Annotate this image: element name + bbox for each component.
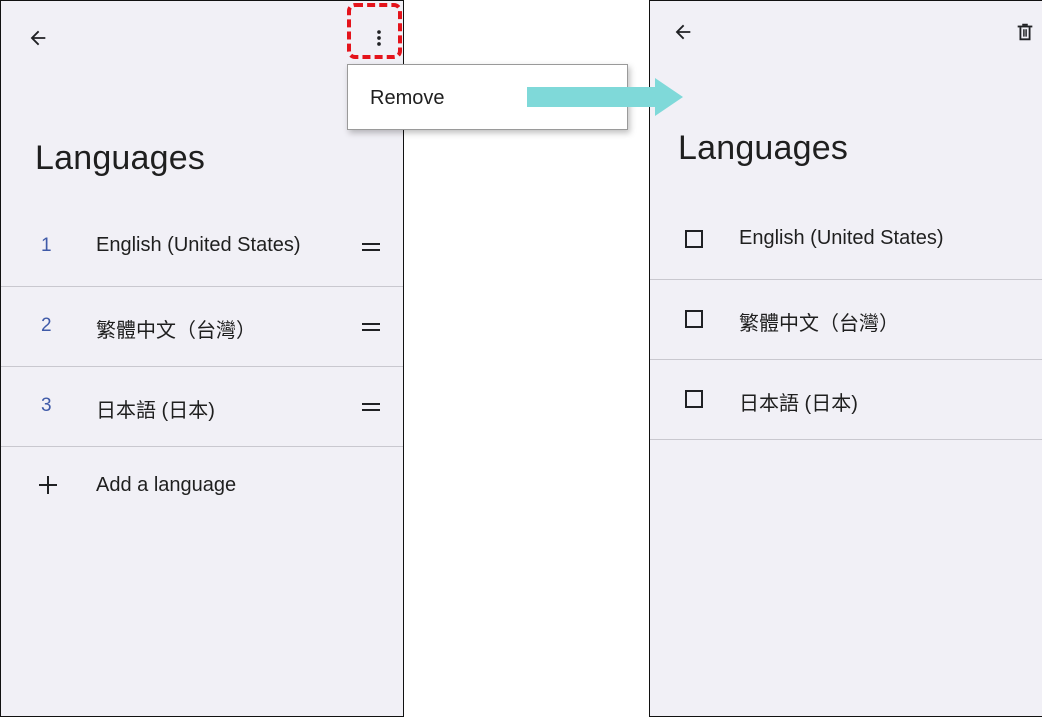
drag-handle-icon[interactable] [361, 400, 381, 414]
arrow-left-icon[interactable] [27, 27, 51, 51]
language-order-number: 2 [41, 315, 52, 336]
language-list-item[interactable]: 1 English (United States) [1, 206, 403, 287]
language-label: English (United States) [96, 234, 301, 256]
menu-item-remove[interactable]: Remove [370, 87, 444, 110]
arrow-right-pointer [527, 78, 683, 116]
drag-handle-icon[interactable] [361, 240, 381, 254]
language-order-number: 3 [41, 395, 52, 416]
trash-icon[interactable] [1014, 21, 1036, 43]
add-language-button[interactable]: Add a language [1, 446, 403, 526]
overflow-button-highlight [347, 3, 402, 59]
add-language-label: Add a language [96, 474, 237, 496]
page-title: Languages [678, 129, 849, 167]
language-order-number: 1 [41, 235, 52, 256]
language-label: 繁體中文（台灣） [96, 320, 256, 342]
drag-handle-icon[interactable] [361, 320, 381, 334]
language-settings-screen: Languages 1 English (United States) 2 繁體… [0, 0, 404, 717]
language-list-item[interactable]: 3 日本語 (日本) [1, 366, 403, 447]
page-title: Languages [35, 139, 206, 177]
language-list-item[interactable]: English (United States) [650, 199, 1042, 280]
checkbox-outline-icon[interactable] [684, 389, 704, 409]
language-list-item[interactable]: 2 繁體中文（台灣） [1, 286, 403, 367]
remove-languages-screen: Languages English (United States) 繁體中文（台… [649, 0, 1042, 717]
language-list-item[interactable]: 日本語 (日本) [650, 359, 1042, 440]
language-label: 繁體中文（台灣） [739, 313, 899, 335]
arrow-left-icon[interactable] [672, 21, 696, 45]
checkbox-outline-icon[interactable] [684, 309, 704, 329]
language-label: 日本語 (日本) [96, 400, 215, 422]
plus-icon [38, 475, 58, 495]
language-label: 日本語 (日本) [739, 393, 858, 415]
checkbox-outline-icon[interactable] [684, 229, 704, 249]
language-label: English (United States) [739, 227, 944, 249]
language-list-item[interactable]: 繁體中文（台灣） [650, 279, 1042, 360]
